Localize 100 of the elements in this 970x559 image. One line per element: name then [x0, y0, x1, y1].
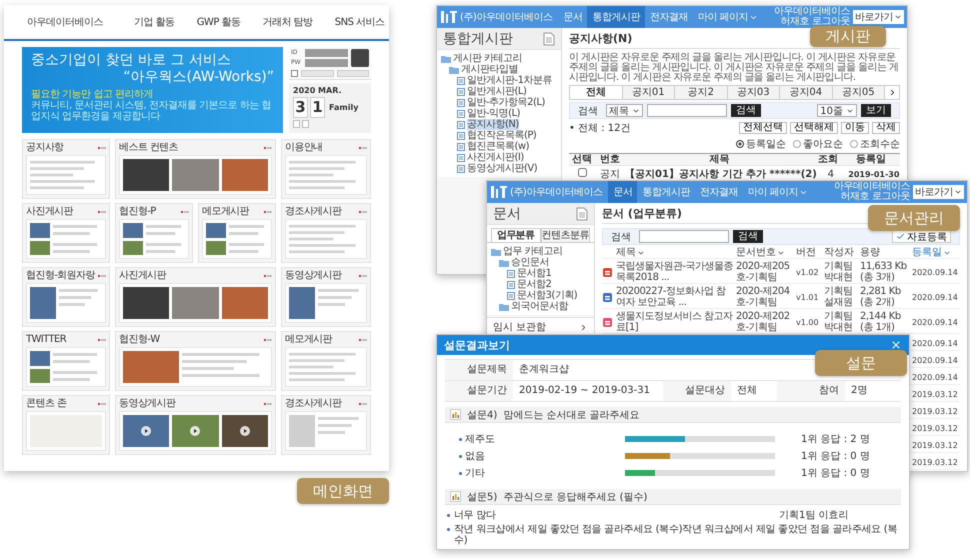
search-field[interactable] — [647, 104, 727, 117]
page-icon — [457, 88, 465, 96]
close-button[interactable] — [890, 339, 902, 351]
quick-select[interactable]: 바로가기 — [853, 10, 904, 24]
rows-select[interactable]: 10줄 — [817, 104, 857, 117]
category-tab[interactable]: 공지03 — [726, 85, 780, 99]
video-thumbnail[interactable] — [123, 415, 170, 447]
action-button[interactable]: 이동 — [841, 122, 869, 134]
category-tab[interactable]: 공지05 — [832, 85, 885, 99]
column-header[interactable]: 용량 — [860, 247, 910, 258]
video-thumbnail[interactable] — [222, 415, 268, 447]
document-title-link[interactable]: 20200227-정보화사업 참여자 보안교육 ... — [616, 286, 734, 308]
sort-radio[interactable]: 조회수순 — [850, 137, 900, 151]
more-icon[interactable] — [359, 338, 367, 342]
register-button[interactable]: 자료등록 — [892, 230, 951, 243]
id-field[interactable] — [305, 49, 348, 57]
photo-placeholder — [172, 287, 219, 319]
play-icon[interactable] — [190, 426, 200, 436]
field-select[interactable]: 제목 — [606, 104, 643, 117]
quick-select[interactable]: 바로가기 — [913, 185, 964, 199]
column-header[interactable]: 제목 — [616, 247, 734, 258]
tree-item[interactable]: 외국어문서함 — [511, 301, 568, 312]
tree-item[interactable]: 협진큰목록(w) — [467, 141, 529, 152]
photo-placeholder — [123, 240, 143, 255]
column-header[interactable]: 등록일 — [912, 247, 960, 258]
more-icon[interactable] — [264, 402, 272, 406]
category-tab[interactable]: 전체 — [569, 85, 622, 99]
table-cell-text: 2020-제202호-기획팀 — [736, 311, 791, 333]
nav-tab[interactable]: 통합게시판 — [587, 6, 645, 28]
nav-link[interactable]: 기업 활동 — [134, 15, 175, 29]
document-title-link[interactable]: 국립생물자원관-국가생물종목록2018 ... — [616, 261, 734, 283]
more-icon[interactable] — [98, 274, 106, 278]
column-header[interactable]: 버전 — [796, 247, 822, 258]
panel-title: 동영상게시판 — [119, 398, 176, 409]
page-icon — [457, 142, 465, 150]
tree-item[interactable]: 동영상게시판(V) — [467, 163, 538, 174]
remember-checkbox[interactable] — [291, 70, 298, 77]
sort-radio[interactable]: 등록일순 — [736, 137, 786, 151]
action-button[interactable]: 선택해제 — [790, 122, 838, 134]
column-header[interactable]: 작성자 — [824, 247, 858, 258]
tree-item[interactable]: 협진작은목록(P) — [467, 130, 536, 141]
tree-item[interactable]: 게시판타입별 — [461, 64, 518, 75]
more-icon[interactable] — [98, 210, 106, 214]
play-icon[interactable] — [141, 426, 152, 436]
more-icon[interactable] — [264, 338, 272, 342]
document-title-link[interactable]: 생물지도정보서비스 참고자료[1] — [616, 311, 734, 333]
search-button[interactable]: 검색 — [733, 230, 763, 243]
category-tab[interactable]: 업무분류 — [491, 228, 540, 242]
category-tab[interactable]: 공지04 — [779, 85, 832, 99]
board-description: 이 게시판은 자유로운 주제의 글을 올리는 게시판입니다. 이 게시판은 자유로운 주제의 글을 올리는 게시판입니다. 이 게시판은 자유로운 주제의 글을 올리는 게시판입니다. 이 게시판은 자유로운 주제의 글을 올리는 게시판입니다. — [569, 53, 900, 83]
more-icon[interactable] — [98, 338, 106, 342]
password-field[interactable] — [305, 59, 348, 67]
photo-placeholder — [30, 240, 50, 255]
panel-title: 메모게시판 — [285, 334, 332, 345]
column-header[interactable]: 문서번호 — [736, 247, 794, 258]
action-button[interactable]: 삭제 — [872, 122, 900, 134]
next-tab-button[interactable] — [884, 85, 900, 99]
tree-item[interactable]: 승인문서 — [511, 257, 549, 268]
tree-item[interactable]: 일반게시판(L) — [467, 86, 526, 97]
more-icon[interactable] — [264, 146, 272, 150]
nav-link[interactable]: GWP 활동 — [196, 15, 241, 29]
nav-link[interactable]: SNS 서비스 — [334, 15, 385, 29]
more-icon[interactable] — [98, 146, 106, 150]
logo-icon — [441, 10, 457, 24]
tree-item[interactable]: 문서함3(기획) — [517, 290, 578, 301]
category-tab[interactable]: 컨텐츠분류 — [540, 228, 590, 242]
search-field[interactable] — [639, 230, 729, 243]
tree-item[interactable]: 게시판 카테고리 — [453, 53, 522, 64]
tree-item[interactable]: 문서함2 — [517, 279, 552, 290]
more-icon[interactable] — [98, 402, 106, 406]
tree-item[interactable]: 일반-추가항목2(L) — [467, 97, 545, 108]
action-button[interactable]: 전체선택 — [739, 122, 787, 134]
tree-item[interactable]: 일반-익명(L) — [467, 108, 520, 119]
bar-chart-icon — [450, 409, 461, 420]
tree-item[interactable]: 공지사항(N) — [467, 119, 519, 130]
view-button[interactable]: 보기 — [861, 104, 891, 117]
more-icon[interactable] — [359, 210, 367, 214]
nav-tab[interactable]: 문서 — [608, 181, 638, 203]
more-icon[interactable] — [181, 210, 189, 214]
file-icon — [602, 266, 613, 278]
video-thumbnail[interactable] — [172, 415, 219, 447]
more-icon[interactable] — [264, 210, 272, 214]
tree-item[interactable]: 업무 카테고리 — [503, 246, 563, 257]
more-icon[interactable] — [264, 274, 272, 278]
tree-item[interactable]: 문서함1 — [517, 268, 552, 279]
category-tab[interactable]: 공지01 — [622, 85, 675, 99]
more-icon[interactable] — [359, 402, 367, 406]
row-checkbox[interactable] — [578, 168, 586, 177]
sort-radio[interactable]: 좋아요순 — [793, 137, 843, 151]
more-icon[interactable] — [359, 274, 367, 278]
tree-item[interactable]: 일반게시판-1차분류 — [467, 75, 552, 86]
play-icon[interactable] — [240, 426, 250, 436]
post-title-link[interactable]: 【공지01】공지사항 기간 추가 ******(2) — [625, 168, 817, 180]
nav-link[interactable]: 거래처 탐방 — [262, 15, 313, 29]
photo-placeholder — [30, 287, 56, 319]
table-cell-text: 2020-제205호-기획팀 — [736, 261, 791, 283]
category-tab[interactable]: 공지2 — [674, 85, 728, 99]
tree-item[interactable]: 사진게시판(I) — [467, 152, 524, 163]
more-icon[interactable] — [359, 146, 367, 150]
search-button[interactable]: 검색 — [731, 104, 761, 117]
